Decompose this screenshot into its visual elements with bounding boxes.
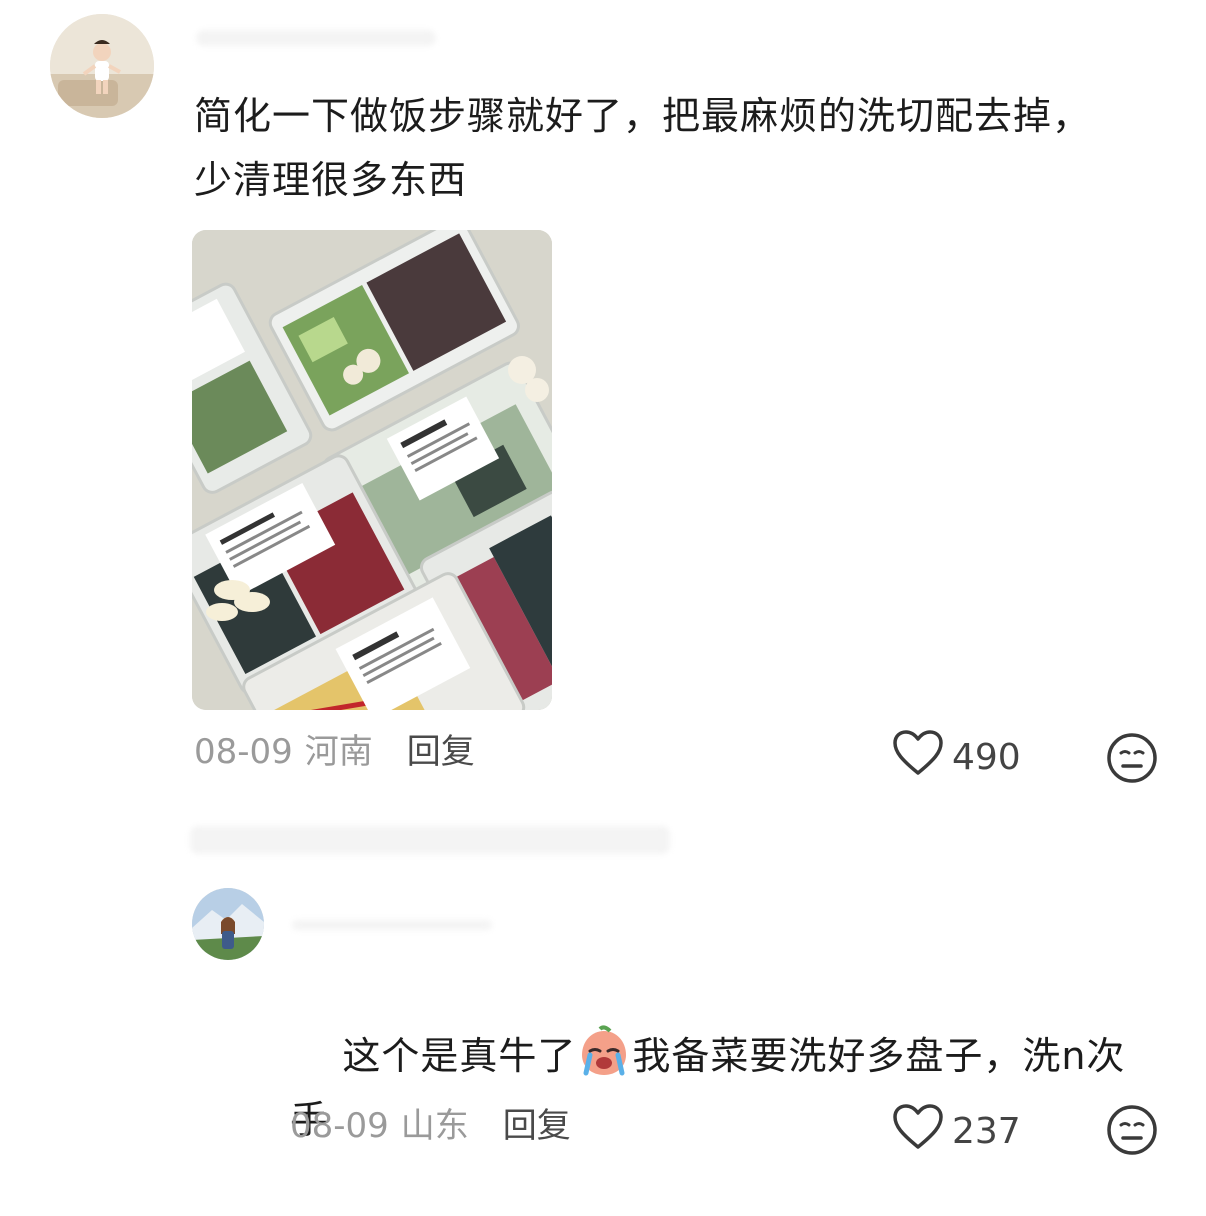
comment-image[interactable] <box>192 230 552 710</box>
comment-text: 这个是真牛了 我备菜要洗好多盘子，洗n次 手 <box>290 960 1170 1216</box>
comment-location: 河南 <box>304 732 373 772</box>
username[interactable] <box>292 920 492 930</box>
like-count: 237 <box>952 1111 1021 1152</box>
crying-face-emoji-icon <box>578 1025 630 1077</box>
heart-outline-icon <box>892 1104 952 1159</box>
heart-outline-icon <box>892 730 952 785</box>
comment-location: 山东 <box>400 1106 469 1146</box>
comment-item: 这个是真牛了 我备菜要洗好多盘子，洗n次 手 08-09 山东 回复 237 <box>0 880 1206 1180</box>
reply-button[interactable]: 回复 <box>503 1104 571 1148</box>
avatar[interactable] <box>192 888 264 960</box>
comment-date: 08-09 <box>290 1106 389 1146</box>
comment-text-part: 这个是真牛了 <box>342 1034 577 1078</box>
comment-meta: 08-09 河南 回复 <box>194 730 475 774</box>
reply-button[interactable]: 回复 <box>407 730 475 774</box>
like-button[interactable]: 237 <box>892 1104 1021 1159</box>
meh-face-icon <box>1106 732 1158 784</box>
comment-date: 08-09 <box>194 732 293 772</box>
avatar[interactable] <box>50 14 154 118</box>
like-count: 490 <box>952 737 1021 778</box>
meh-face-icon <box>1106 1104 1158 1156</box>
comment-item: 简化一下做饭步骤就好了，把最麻烦的洗切配去掉， 少清理很多东西 08-09 河南… <box>0 0 1206 800</box>
comment-text: 简化一下做饭步骤就好了，把最麻烦的洗切配去掉， 少清理很多东西 <box>194 94 1092 202</box>
like-button[interactable]: 490 <box>892 730 1021 785</box>
username <box>190 826 670 854</box>
dislike-button[interactable] <box>1106 1104 1158 1156</box>
username[interactable] <box>196 30 436 46</box>
comment-meta: 08-09 山东 回复 <box>290 1104 571 1148</box>
dislike-button[interactable] <box>1106 732 1158 784</box>
